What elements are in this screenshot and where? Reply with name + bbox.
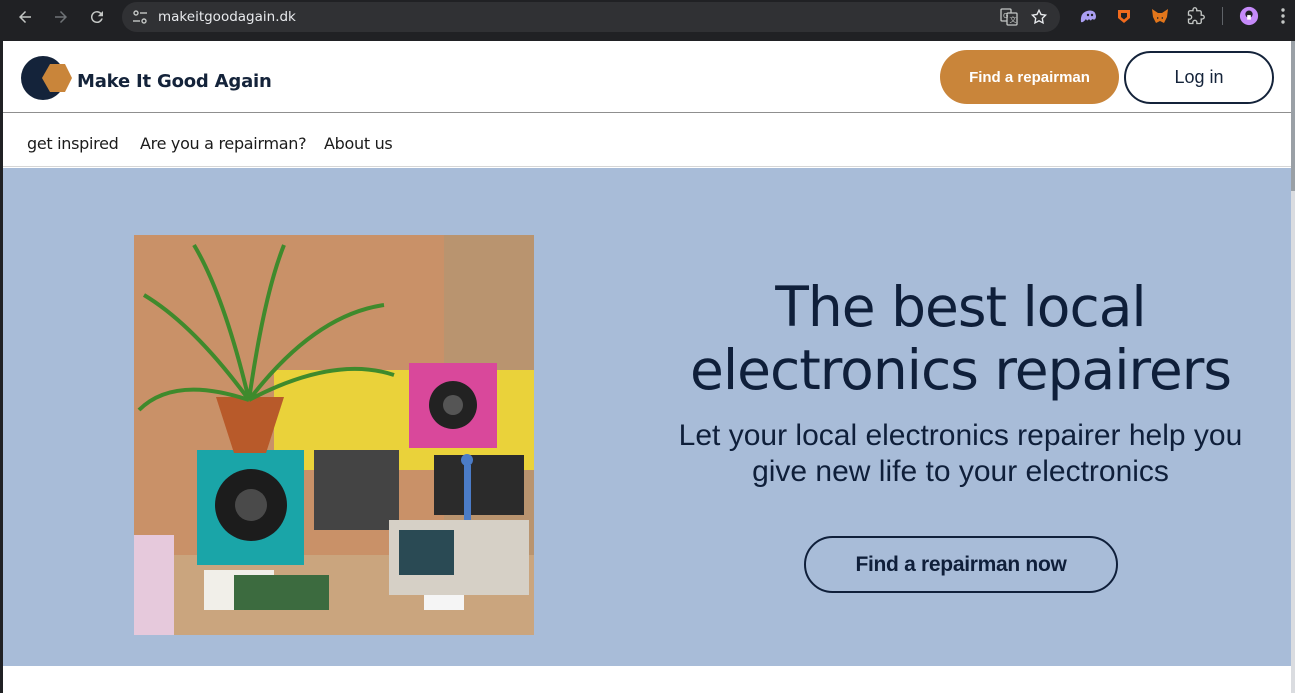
hero-section: The best local electronics repairers Let… xyxy=(3,168,1291,666)
back-icon[interactable] xyxy=(7,0,43,34)
site-header: Make It Good Again Find a repairman Log … xyxy=(3,41,1291,113)
hero-headline: The best local electronics repairers xyxy=(653,276,1268,402)
forward-icon[interactable] xyxy=(43,0,79,34)
subtitle-line-1: Let your local electronics repairer help… xyxy=(678,419,1243,452)
profile-avatar[interactable] xyxy=(1239,6,1259,26)
extension-brave-icon[interactable] xyxy=(1114,6,1134,26)
nav-get-inspired[interactable]: get inspired xyxy=(27,134,119,153)
browser-toolbar: makeitgoodagain.dk G 文 xyxy=(0,0,1295,41)
find-repairman-button[interactable]: Find a repairman xyxy=(940,50,1119,104)
scrollbar[interactable] xyxy=(1291,41,1295,693)
find-repairman-now-button[interactable]: Find a repairman now xyxy=(804,536,1118,593)
main-nav: get inspired Are you a repairman? About … xyxy=(3,114,1291,167)
menu-kebab-icon[interactable] xyxy=(1273,6,1293,26)
brand-name[interactable]: Make It Good Again xyxy=(77,71,272,92)
site-info-icon[interactable] xyxy=(132,9,148,25)
svg-text:G: G xyxy=(1003,12,1008,20)
headline-line-1: The best local xyxy=(775,275,1146,339)
extension-metamask-icon[interactable] xyxy=(1150,6,1170,26)
scrollbar-thumb[interactable] xyxy=(1291,41,1295,191)
hero-image xyxy=(134,235,534,635)
subtitle-line-2: give new life to your electronics xyxy=(752,455,1169,488)
extensions-puzzle-icon[interactable] xyxy=(1186,6,1206,26)
address-bar[interactable]: makeitgoodagain.dk G 文 xyxy=(122,2,1060,32)
hero-subtitle: Let your local electronics repairer help… xyxy=(653,418,1268,490)
reload-icon[interactable] xyxy=(79,0,115,34)
svg-text:文: 文 xyxy=(1010,15,1017,24)
login-button[interactable]: Log in xyxy=(1124,51,1274,104)
headline-line-2: electronics repairers xyxy=(690,338,1232,402)
logo[interactable] xyxy=(20,54,72,102)
url-text[interactable]: makeitgoodagain.dk xyxy=(158,9,296,25)
web-page: Make It Good Again Find a repairman Log … xyxy=(3,41,1291,693)
nav-about-us[interactable]: About us xyxy=(324,134,393,153)
bookmark-star-icon[interactable] xyxy=(1030,8,1048,26)
translate-icon[interactable]: G 文 xyxy=(1000,8,1018,26)
extension-ghost-icon[interactable] xyxy=(1078,6,1098,26)
nav-are-you-repairman[interactable]: Are you a repairman? xyxy=(140,134,307,153)
